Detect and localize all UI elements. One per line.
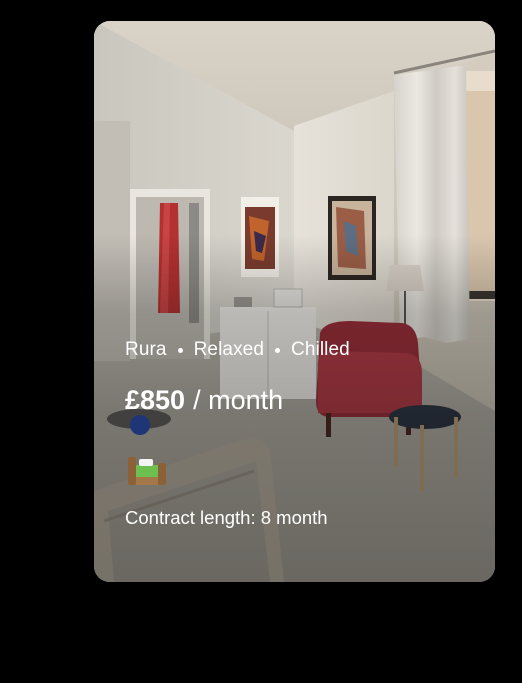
tag-vibe: Chilled (291, 339, 350, 360)
listing-card[interactable]: Rura Relaxed Chilled £850 / month Contra… (94, 21, 495, 582)
separator-dot (275, 347, 281, 353)
price-amount: £850 (125, 385, 186, 415)
photo-shade (94, 21, 495, 582)
bed-icon (126, 451, 168, 487)
tag-location: Rura (125, 339, 167, 360)
price-period: / month (193, 385, 284, 415)
listing-tags: Rura Relaxed Chilled (125, 339, 471, 361)
screen: Rura Relaxed Chilled £850 / month Contra… (0, 0, 522, 683)
separator-dot (177, 347, 183, 353)
listing-price: £850 / month (125, 385, 471, 416)
tag-mood: Relaxed (193, 339, 265, 360)
contract-length: Contract length: 8 month (125, 507, 328, 528)
